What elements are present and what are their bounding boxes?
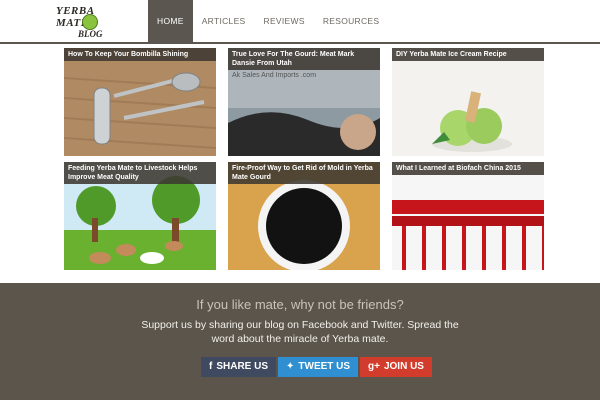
post-card-livestock[interactable]: Feeding Yerba Mate to Livestock Helps Im…: [64, 162, 216, 270]
post-title[interactable]: DIY Yerba Mate Ice Cream Recipe: [392, 48, 544, 61]
post-card-ice-cream[interactable]: DIY Yerba Mate Ice Cream Recipe: [392, 48, 544, 156]
post-card-gourd[interactable]: True Love For The Gourd: Meat Mark Dansi…: [228, 48, 380, 156]
post-title[interactable]: How To Keep Your Bombilla Shining: [64, 48, 216, 61]
post-card-bombilla[interactable]: How To Keep Your Bombilla Shining: [64, 48, 216, 156]
post-title[interactable]: What I Learned at Biofach China 2015: [392, 162, 544, 175]
join-button[interactable]: g+ JOIN US: [360, 357, 432, 377]
band-text: Support us by sharing our blog on Facebo…: [141, 319, 459, 345]
nav-item-articles[interactable]: ARTICLES: [193, 0, 255, 42]
post-card-biofach[interactable]: What I Learned at Biofach China 2015: [392, 162, 544, 270]
social-band: If you like mate, why not be friends? Su…: [0, 283, 600, 400]
tweet-button[interactable]: ✦ TWEET US: [278, 357, 359, 377]
nav-item-reviews[interactable]: REVIEWS: [255, 0, 314, 42]
site-logo[interactable]: YERBA MATE BLOG: [52, 1, 124, 43]
google-plus-icon: g+: [368, 361, 380, 372]
site-header: YERBA MATE BLOG HOME ARTICLES REVIEWS RE…: [0, 0, 600, 44]
join-button-label: JOIN US: [383, 361, 424, 372]
twitter-icon: ✦: [286, 361, 295, 372]
image-caption: Ak Sales And Imports .com: [232, 72, 317, 79]
post-title[interactable]: Feeding Yerba Mate to Livestock Helps Im…: [64, 162, 216, 184]
share-button-label: SHARE US: [216, 361, 269, 372]
facebook-icon: f: [209, 361, 213, 372]
main-nav: HOME ARTICLES REVIEWS RESOURCES: [148, 0, 388, 42]
band-heading: If you like mate, why not be friends?: [196, 297, 404, 312]
post-title[interactable]: Fire-Proof Way to Get Rid of Mold in Yer…: [228, 162, 380, 184]
ice-cream-image: [392, 48, 544, 156]
post-card-mold[interactable]: Fire-Proof Way to Get Rid of Mold in Yer…: [228, 162, 380, 270]
tweet-button-label: TWEET US: [298, 361, 351, 372]
nav-item-home[interactable]: HOME: [148, 0, 193, 42]
pavilion-image: [392, 162, 544, 270]
gourd-icon: [82, 14, 98, 30]
nav-item-resources[interactable]: RESOURCES: [314, 0, 389, 42]
logo-subtitle: BLOG: [78, 29, 103, 39]
bombilla-image: [64, 48, 216, 156]
share-button[interactable]: f SHARE US: [201, 357, 277, 377]
post-title[interactable]: True Love For The Gourd: Meat Mark Dansi…: [228, 48, 380, 70]
